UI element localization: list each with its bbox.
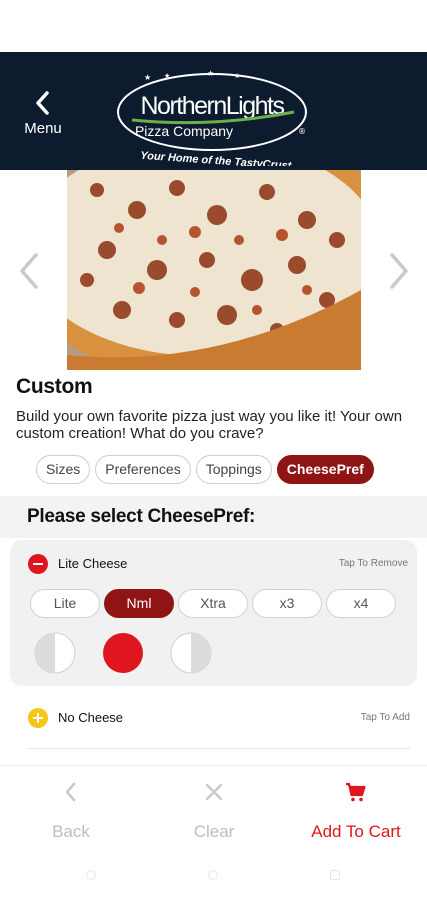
logo-line2: Pizza Company [135,123,233,139]
section-header: Please select CheesePref: [0,496,427,538]
plus-icon[interactable] [28,708,48,728]
brand-logo: ★ ★ ★ ★ NorthernLights Pizza Company You… [112,66,317,172]
back-label: Back [52,822,90,841]
tab-preferences[interactable]: Preferences [95,455,191,484]
whole-pizza-icon[interactable] [102,632,144,674]
amount-x3-button[interactable]: x3 [252,589,322,618]
option-tabs: Sizes Preferences Toppings CheesePref [36,455,374,484]
tab-sizes[interactable]: Sizes [36,455,91,484]
amount-xtra-button[interactable]: Xtra [178,589,248,618]
clear-button[interactable]: Clear [154,780,274,842]
screen: Menu ★ ★ ★ ★ NorthernLights Pizza Compan… [0,0,427,900]
tap-to-add-label[interactable]: Tap To Add [361,712,410,723]
svg-text:★: ★ [164,72,170,80]
option-name: No Cheese [58,710,124,725]
item-description: Build your own favorite pizza just way y… [16,408,403,442]
chevron-left-icon [65,782,76,802]
option-name: Lite Cheese [58,556,128,571]
section-heading: Please select CheesePref: [27,506,256,527]
pizza-photo [67,170,361,370]
menu-label: Menu [24,120,62,137]
app-header: Menu ★ ★ ★ ★ NorthernLights Pizza Compan… [0,52,427,172]
svg-text:★: ★ [144,73,151,82]
svg-text:®: ® [298,127,306,136]
amount-lite-button[interactable]: Lite [30,589,100,618]
amount-x4-button[interactable]: x4 [326,589,396,618]
tap-to-remove-label[interactable]: Tap To Remove [339,558,408,569]
menu-back-button[interactable]: Menu [18,90,68,138]
back-button[interactable]: Back [11,780,131,842]
left-half-icon[interactable] [34,632,76,674]
item-title: Custom [16,375,93,398]
nav-indicator-dot [330,870,340,880]
image-carousel [0,170,427,370]
nav-indicator-dot [208,870,218,880]
option-card-lite-cheese: Lite Cheese Tap To Remove Lite Nml Xtra … [10,540,417,686]
add-to-cart-label: Add To Cart [311,822,401,841]
amount-nml-button[interactable]: Nml [104,589,174,618]
add-to-cart-button[interactable]: Add To Cart [296,780,416,842]
logo-tagline: Your Home of the TastyCrust [140,150,293,166]
right-half-icon[interactable] [170,632,212,674]
amount-selector: Lite Nml Xtra x3 x4 [30,589,396,618]
tab-toppings[interactable]: Toppings [195,455,272,484]
carousel-next-arrow-icon[interactable] [386,252,412,290]
divider [28,748,410,749]
option-row-no-cheese[interactable]: No Cheese Tap To Add [28,708,410,728]
cart-icon [346,782,366,802]
minus-icon[interactable] [28,554,48,574]
tab-cheesepref[interactable]: CheesePref [276,455,374,484]
option-row-lite-cheese[interactable]: Lite Cheese Tap To Remove [28,554,408,574]
close-icon [205,783,223,801]
carousel-prev-arrow-icon[interactable] [16,252,42,290]
svg-text:★: ★ [207,69,214,78]
nav-indicator-dot [86,870,96,880]
coverage-selector [34,632,214,674]
clear-label: Clear [193,822,235,841]
chevron-left-icon [36,91,49,115]
svg-text:★: ★ [234,72,240,80]
